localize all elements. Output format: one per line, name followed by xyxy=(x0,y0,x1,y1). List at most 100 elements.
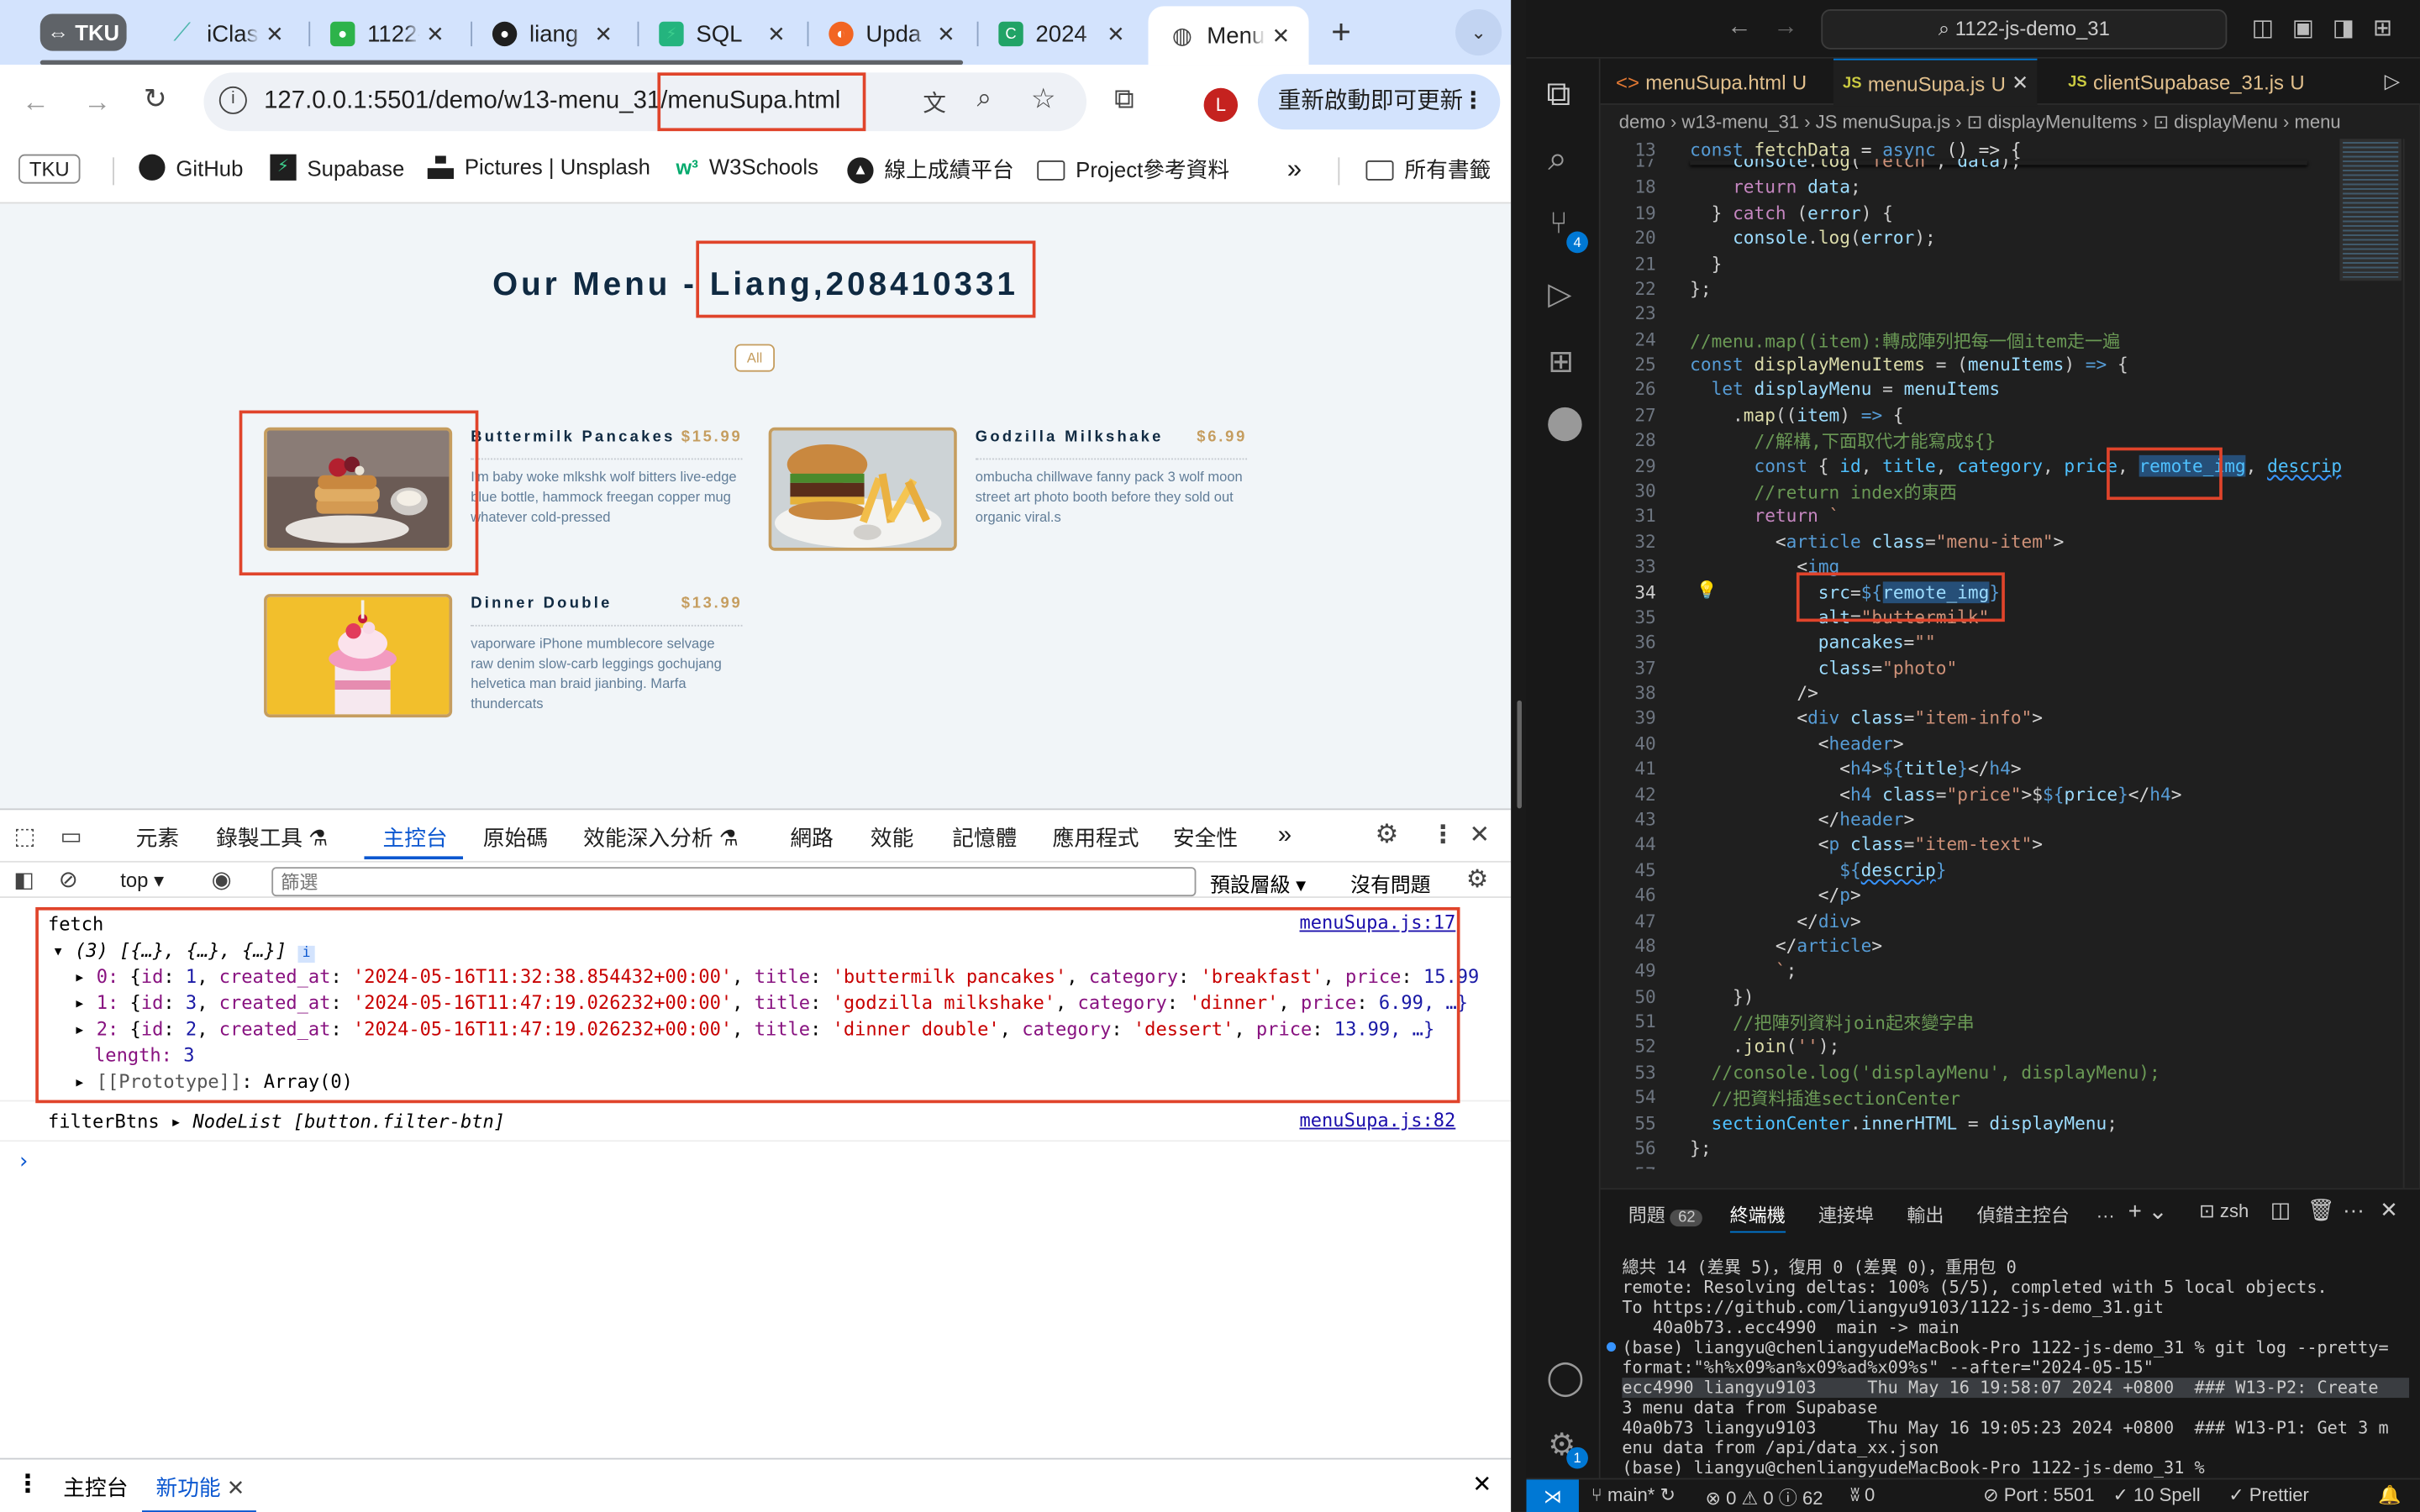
log-source-link[interactable]: menuSupa.js:17 xyxy=(1300,911,1456,933)
avatar[interactable]: L xyxy=(1203,87,1239,123)
bookmark-supabase[interactable]: ⚡ Supabase xyxy=(270,154,404,181)
clear-console-icon[interactable]: ⊘ xyxy=(59,865,78,893)
tab-sources[interactable]: 原始碼 xyxy=(483,822,548,853)
tab-performance[interactable]: 效能 xyxy=(871,822,913,853)
log-levels-select[interactable]: 預設層級 ▾ xyxy=(1210,869,1306,898)
tab-update[interactable]: ◐ Upda ✕ xyxy=(808,9,974,59)
lightbulb-icon[interactable]: 💡 xyxy=(1697,580,1718,600)
tab-group-tku[interactable]: ⇔ TKU xyxy=(39,13,127,51)
log-source-link[interactable]: menuSupa.js:82 xyxy=(1300,1110,1456,1131)
panel-tab-problems[interactable]: 問題 xyxy=(1628,1205,1665,1226)
forward-icon[interactable]: → xyxy=(83,87,111,119)
more-tabs-icon[interactable]: » xyxy=(1278,822,1292,850)
close-icon[interactable]: ✕ xyxy=(1101,21,1132,47)
close-icon[interactable]: ✕ xyxy=(2380,1197,2398,1223)
editor-tab-client[interactable]: JS clientSupabase_31.js U xyxy=(2059,59,2313,105)
translate-icon[interactable]: 文 xyxy=(923,87,946,119)
remote-indicator[interactable]: ⋊ xyxy=(1526,1479,1579,1512)
bookmark-unsplash[interactable]: Pictures | Unsplash xyxy=(427,155,650,179)
filter-all-button[interactable]: All xyxy=(734,344,776,372)
tab-search-button[interactable]: ⌄ xyxy=(1455,9,1502,56)
tab-github[interactable]: ● liang ✕ xyxy=(471,9,631,59)
explorer-icon[interactable]: ⧉ xyxy=(1546,74,1570,114)
terminal-shell[interactable]: ⊡ zsh xyxy=(2199,1200,2249,1222)
filter-input[interactable] xyxy=(271,867,1197,897)
ports-status[interactable]: ʬ 0 xyxy=(1850,1484,1875,1506)
run-debug-icon[interactable]: ▷ xyxy=(1548,275,1571,313)
zoom-icon[interactable]: ⌕ xyxy=(977,83,992,114)
account-icon[interactable]: ◯ xyxy=(1546,1357,1584,1398)
panel-tab-ports[interactable]: 連接埠 xyxy=(1818,1205,1874,1226)
notification-icon[interactable]: 🔔 xyxy=(2378,1484,2401,1506)
minimap[interactable] xyxy=(2339,139,2402,1188)
command-center[interactable]: ⌕ 1122-js-demo_31 xyxy=(1821,9,2228,50)
editor-tab-html[interactable]: <> menuSupa.html U xyxy=(1607,59,1816,105)
back-icon[interactable]: ← xyxy=(22,87,50,119)
close-icon[interactable]: ✕ xyxy=(260,21,291,47)
close-icon[interactable]: ✕ xyxy=(931,21,962,47)
close-icon[interactable]: ✕ xyxy=(760,21,792,47)
split-icon[interactable]: ◫ xyxy=(2270,1197,2291,1223)
close-icon[interactable]: ✕ xyxy=(588,21,619,47)
back-icon[interactable]: ← xyxy=(1727,14,1751,42)
panel-tab-terminal[interactable]: 終端機 xyxy=(1729,1205,1786,1233)
close-icon[interactable]: ✕ xyxy=(227,1475,245,1499)
more-icon[interactable]: ⋮ xyxy=(1431,819,1455,850)
forward-icon[interactable]: → xyxy=(1773,14,1797,42)
tab-perf-insights[interactable]: 效能深入分析 ⚗ xyxy=(583,822,739,853)
extensions-icon[interactable]: ⊞ xyxy=(1548,343,1574,381)
close-drawer-icon[interactable]: ✕ xyxy=(1472,1470,1491,1498)
address-bar[interactable]: i 127.0.0.1:5501/demo/w13-menu_31/menuSu… xyxy=(203,72,1087,132)
new-tab-button[interactable]: + xyxy=(1323,13,1360,53)
more-icon[interactable]: ⋮ xyxy=(1461,74,1485,129)
more-bookmarks-icon[interactable]: » xyxy=(1287,155,1302,186)
array-row[interactable]: ▸ 2: {id: 2, created_at: '2024-05-16T11:… xyxy=(0,1016,1511,1042)
spell-status[interactable]: ✓ 10 Spell xyxy=(2112,1484,2200,1506)
prettier-status[interactable]: ✓ Prettier xyxy=(2228,1484,2309,1506)
context-select[interactable]: top ▾ xyxy=(120,869,164,893)
drawer-menu-icon[interactable]: ⋮ xyxy=(15,1469,39,1500)
tab-memory[interactable]: 記憶體 xyxy=(952,822,1017,853)
close-icon[interactable]: ✕ xyxy=(1470,819,1491,850)
tab-application[interactable]: 應用程式 xyxy=(1053,822,1139,853)
tab-network[interactable]: 網路 xyxy=(790,822,833,853)
breadcrumb[interactable]: demo › w13-menu_31 › JS menuSupa.js › ⊡ … xyxy=(1601,105,2420,139)
nodelist-value[interactable]: NodeList [button.filter-btn] xyxy=(192,1110,505,1132)
bookmark-tku[interactable]: TKU xyxy=(18,154,81,184)
bookmark-w3schools[interactable]: w³ W3Schools xyxy=(676,155,818,179)
problems-status[interactable]: ⊗ 0 ⚠ 0 ⓘ 62 xyxy=(1706,1484,1823,1510)
panel-tab-output[interactable]: 輸出 xyxy=(1907,1205,1944,1226)
new-terminal-icon[interactable]: + ⌄ xyxy=(2128,1197,2168,1225)
layout-icons[interactable]: ◫▣◨⊞ xyxy=(2252,14,2411,41)
console-settings-icon[interactable]: ⚙ xyxy=(1466,864,1488,895)
bookmark-github[interactable]: GitHub xyxy=(139,154,243,181)
tab-2024[interactable]: C 2024 ✕ xyxy=(977,9,1144,59)
bookmark-project[interactable]: Project參考資料 xyxy=(1037,155,1229,186)
tab-recorder[interactable]: 錄製工具 ⚗ xyxy=(216,822,328,853)
remote-icon[interactable] xyxy=(1548,407,1582,442)
extensions-icon[interactable]: ⧉ xyxy=(1114,83,1134,116)
drawer-tab-console[interactable]: 主控台 xyxy=(63,1472,128,1503)
run-icon[interactable]: ▷ xyxy=(2385,70,2400,94)
bookmark-grades[interactable]: ▲ 線上成績平台 xyxy=(847,155,1014,186)
panel-tab-debug[interactable]: 偵錯主控台 xyxy=(1977,1205,2070,1226)
reload-icon[interactable]: ↻ xyxy=(144,83,167,116)
update-button[interactable]: 重新啟動即可更新 ⋮ xyxy=(1257,74,1501,130)
console-prompt-icon[interactable]: › xyxy=(17,1149,29,1173)
editor-tab-js-active[interactable]: JS menuSupa.js U ✕ xyxy=(1833,58,2039,107)
more-icon[interactable]: ··· xyxy=(2343,1197,2365,1221)
code-editor[interactable]: 13 17 18 19 20 21 22 23 24 25 26 27 28 29 30 31 32 33 34 35… xyxy=(1601,139,2341,1169)
close-icon[interactable]: ✕ xyxy=(420,21,451,47)
tab-iclass[interactable]: ⟋ iClass✕ xyxy=(148,9,302,59)
bookmark-star-icon[interactable]: ☆ xyxy=(1031,83,1056,116)
tab-security[interactable]: 安全性 xyxy=(1173,822,1238,853)
tab-evernote[interactable]: ● 1122- ✕ xyxy=(308,9,463,59)
more-icon[interactable]: ··· xyxy=(2096,1205,2115,1226)
tab-console[interactable]: 主控台 xyxy=(383,822,448,853)
sidebar-toggle-icon[interactable]: ◧ xyxy=(14,867,34,893)
tab-menu-active[interactable]: ◍ Menu ✕ xyxy=(1148,6,1309,66)
source-control-icon[interactable]: ⑂ xyxy=(1549,207,1568,242)
prototype-row[interactable]: ▸ [[Prototype]]: Array(0) xyxy=(0,1069,1511,1095)
issues-button[interactable]: 沒有問題 xyxy=(1350,869,1431,898)
eye-icon[interactable]: ◉ xyxy=(212,865,232,893)
